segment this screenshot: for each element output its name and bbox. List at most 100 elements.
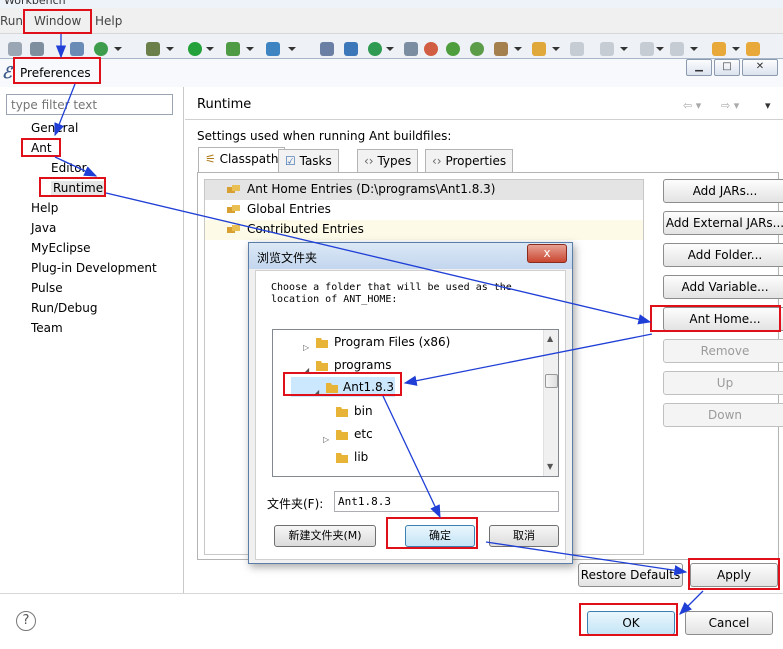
external-tools-icon[interactable] — [226, 42, 240, 56]
close-icon[interactable]: x — [527, 244, 567, 263]
chevron-down-icon[interactable] — [656, 47, 664, 51]
chevron-down-icon[interactable] — [206, 47, 214, 51]
chevron-down-icon[interactable] — [114, 47, 122, 51]
run-icon[interactable] — [188, 42, 202, 56]
scroll-up-icon[interactable]: ▲ — [547, 334, 553, 343]
eclipse-logo-icon: ℰ — [2, 63, 12, 82]
collapse-icon[interactable]: ◢ — [313, 383, 319, 403]
chevron-down-icon[interactable] — [552, 47, 560, 51]
globe-icon[interactable] — [94, 42, 108, 56]
folder-icon[interactable] — [532, 42, 546, 56]
tree-item-general[interactable]: General — [31, 121, 78, 135]
folder-tree[interactable]: ▷ Program Files (x86) ◢ programs ◢ Ant1.… — [272, 329, 559, 477]
chevron-down-icon[interactable] — [166, 47, 174, 51]
tab-classpath[interactable]: ⚟ Classpath — [198, 147, 286, 172]
toolbar-icon[interactable] — [368, 42, 382, 56]
tree-item-myeclipse[interactable]: MyEclipse — [31, 241, 91, 255]
folder-tree-scrollbar[interactable]: ▲ ▼ — [543, 330, 558, 476]
new-folder-button[interactable]: 新建文件夹(M) — [274, 525, 376, 547]
scroll-down-icon[interactable]: ▼ — [547, 462, 553, 471]
toolbar-icon[interactable] — [424, 42, 438, 56]
toolbar-icon[interactable] — [344, 42, 358, 56]
folder-input[interactable] — [334, 491, 559, 512]
dialog-cancel-button[interactable]: 取消 — [489, 525, 559, 547]
view-menu-icon[interactable]: ▾ — [765, 99, 771, 112]
tab-types[interactable]: ‹› Types — [357, 149, 419, 172]
add-variable-button[interactable]: Add Variable... — [663, 275, 783, 299]
toolbar-icon[interactable] — [570, 42, 584, 56]
toolbar-icon[interactable] — [670, 42, 684, 56]
confirm-button[interactable]: 确定 — [405, 525, 475, 547]
forward-nav-icon[interactable]: ⇨ ▾ — [721, 99, 739, 112]
apply-button[interactable]: Apply — [690, 563, 778, 587]
tab-properties[interactable]: ‹› Properties — [425, 149, 514, 172]
list-item[interactable]: Contributed Entries — [205, 220, 643, 240]
toolbar-icon[interactable] — [8, 42, 22, 56]
expand-icon[interactable]: ▷ — [323, 430, 329, 450]
add-folder-button[interactable]: Add Folder... — [663, 243, 783, 267]
ant-home-button[interactable]: Ant Home... — [663, 307, 783, 331]
chevron-down-icon[interactable] — [620, 47, 628, 51]
restore-defaults-button[interactable]: Restore Defaults — [578, 563, 683, 587]
server-icon[interactable] — [266, 42, 280, 56]
close-icon[interactable]: ✕ — [742, 59, 778, 76]
filter-input[interactable] — [6, 94, 173, 115]
tree-item-help[interactable]: Help — [31, 201, 58, 215]
tree-item-pulse[interactable]: Pulse — [31, 281, 63, 295]
toolbar-icon[interactable] — [30, 42, 44, 56]
back-nav-icon[interactable]: ⇦ ▾ — [683, 99, 701, 112]
folder-icon — [336, 453, 348, 463]
list-item[interactable]: Ant Home Entries (D:\programs\Ant1.8.3) — [205, 180, 643, 200]
tree-item-plugin-development[interactable]: Plug-in Development — [31, 261, 157, 275]
tab-tasks[interactable]: ☑ Tasks — [278, 149, 339, 172]
menu-window[interactable]: Window — [34, 14, 81, 28]
menu-help[interactable]: Help — [95, 14, 122, 28]
tree-item-ant[interactable]: Ant — [31, 141, 52, 155]
chevron-down-icon[interactable] — [246, 47, 254, 51]
classpath-entry-icon — [227, 205, 240, 213]
chevron-down-icon[interactable] — [386, 47, 394, 51]
list-item[interactable]: Global Entries — [205, 200, 643, 220]
brush-icon[interactable] — [494, 42, 508, 56]
tree-node-ant183[interactable]: ◢ Ant1.8.3 — [291, 377, 395, 397]
tree-item-run-debug[interactable]: Run/Debug — [31, 301, 98, 315]
add-external-jars-button[interactable]: Add External JARs... — [663, 211, 783, 235]
chevron-down-icon[interactable] — [514, 47, 522, 51]
ok-button[interactable]: OK — [587, 611, 675, 635]
tree-item-runtime[interactable]: Runtime — [51, 181, 106, 195]
help-icon[interactable]: ? — [16, 611, 36, 631]
tree-item-team[interactable]: Team — [31, 321, 63, 335]
expand-icon[interactable]: ▷ — [303, 338, 309, 358]
toolbar-icon[interactable] — [404, 42, 418, 56]
page-description: Settings used when running Ant buildfile… — [197, 129, 452, 143]
down-button[interactable]: Down — [663, 403, 783, 427]
maximize-icon[interactable]: □ — [714, 59, 740, 76]
page-title: Runtime — [197, 97, 252, 112]
back-icon[interactable] — [712, 42, 726, 56]
folder-label: 文件夹(F): — [267, 497, 324, 511]
add-jars-button[interactable]: Add JARs... — [663, 179, 783, 203]
tree-item-editor[interactable]: Editor — [51, 161, 87, 175]
up-button[interactable]: Up — [663, 371, 783, 395]
preferences-titlebar: ℰ Preferences ▁ □ ✕ — [0, 59, 783, 87]
debug-icon[interactable] — [146, 42, 160, 56]
dialog-titlebar: 浏览文件夹 x — [249, 243, 572, 269]
remove-button[interactable]: Remove — [663, 339, 783, 363]
chevron-down-icon[interactable] — [732, 47, 740, 51]
toolbar-icon[interactable] — [640, 42, 654, 56]
cancel-button[interactable]: Cancel — [685, 611, 773, 635]
preferences-title: Preferences — [20, 66, 91, 80]
classpath-entry-icon — [227, 185, 240, 193]
tree-item-java[interactable]: Java — [31, 221, 56, 235]
chevron-down-icon[interactable] — [690, 47, 698, 51]
toolbar-icon[interactable] — [600, 42, 614, 56]
chevron-down-icon[interactable] — [288, 47, 296, 51]
toolbar-icon[interactable] — [446, 42, 460, 56]
toolbar-icon[interactable] — [470, 42, 484, 56]
toolbar-icon[interactable] — [70, 42, 84, 56]
toolbar-icon[interactable] — [320, 42, 334, 56]
menu-run[interactable]: Run — [0, 14, 23, 28]
minimize-icon[interactable]: ▁ — [686, 59, 712, 76]
scroll-thumb[interactable] — [545, 374, 558, 388]
forward-icon[interactable] — [746, 42, 760, 56]
